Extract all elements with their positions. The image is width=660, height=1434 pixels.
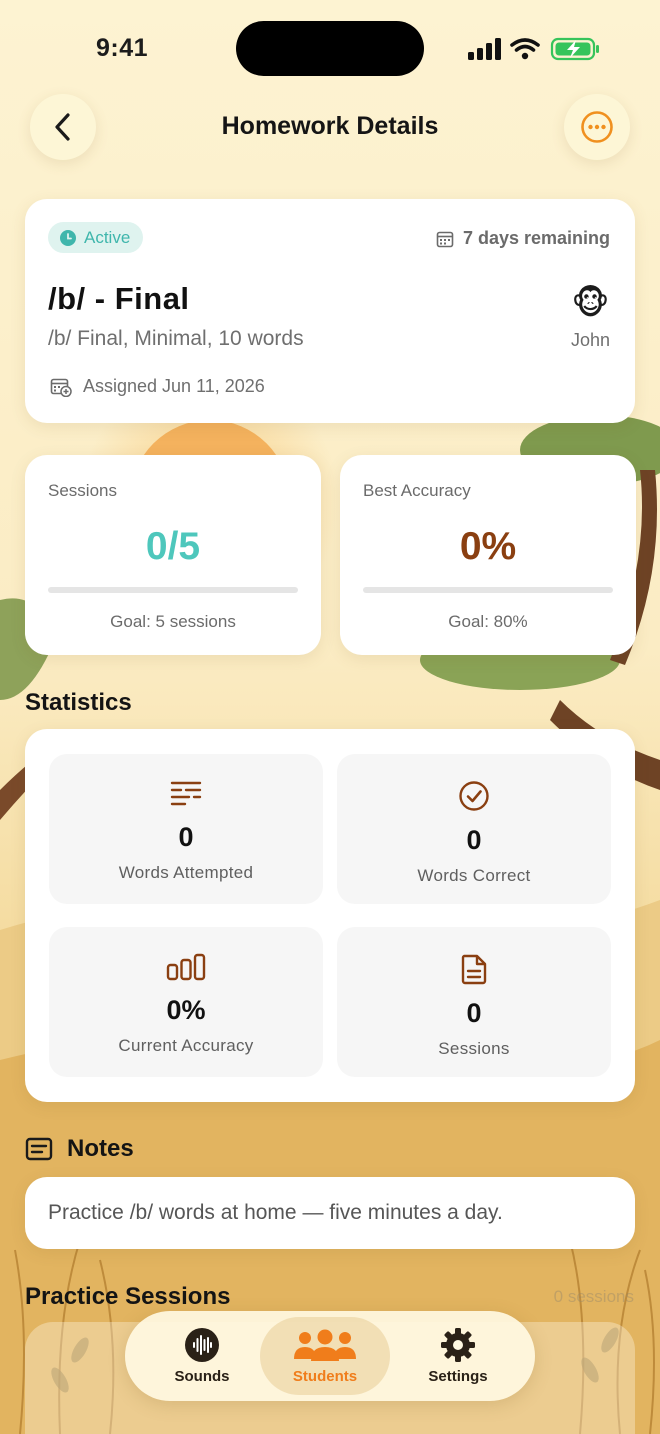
accuracy-goal: Goal: 80% <box>448 612 528 631</box>
status-badge: Active <box>48 222 144 253</box>
current-accuracy-value: 0% <box>166 995 206 1025</box>
practice-sessions-heading: Practice Sessions <box>25 1283 231 1310</box>
document-icon <box>461 954 487 985</box>
sessions-count-label: Sessions <box>438 1039 510 1058</box>
words-attempted-value: 0 <box>178 822 194 852</box>
tab-students-label: Students <box>292 1368 358 1385</box>
status-time: 9:41 <box>96 34 149 62</box>
bar-chart-icon <box>166 953 206 981</box>
best-accuracy-value: 0% <box>459 525 517 568</box>
sessions-count-value: 0 <box>466 998 482 1028</box>
words-correct-value: 0 <box>466 825 482 855</box>
assigned-date: Assigned Jun 11, 2026 <box>50 376 265 397</box>
signal-icon <box>468 38 501 60</box>
text-lines-icon <box>170 781 202 806</box>
waveform-icon <box>185 1328 219 1362</box>
words-attempted-label: Words Attempted <box>118 863 254 882</box>
sessions-value: 0/5 <box>145 525 201 568</box>
assigned-text: Assigned Jun 11, 2026 <box>83 376 265 396</box>
stat-tile-words-correct: 0 Words Correct <box>337 754 611 904</box>
sessions-label: Sessions <box>48 481 117 500</box>
practice-sessions-count: 0 sessions <box>553 1287 634 1306</box>
stat-tile-words-attempted: 0 Words Attempted <box>49 754 323 904</box>
sessions-card: Sessions 0/5 Goal: 5 sessions <box>25 455 321 655</box>
homework-title: /b/ - Final <box>48 281 190 316</box>
notes-header: Notes <box>25 1135 134 1163</box>
tab-sounds[interactable]: Sounds <box>137 1317 267 1395</box>
student-name: John <box>570 330 610 350</box>
sessions-progress-bar <box>48 587 298 593</box>
notes-icon <box>25 1137 53 1161</box>
best-accuracy-card: Best Accuracy 0% Goal: 80% <box>340 455 636 655</box>
more-options-button[interactable] <box>564 94 630 160</box>
tab-sounds-label: Sounds <box>174 1368 230 1385</box>
student-info[interactable]: 🐵 John <box>571 285 610 351</box>
days-remaining: 7 days remaining <box>436 228 610 249</box>
people-icon <box>294 1329 356 1361</box>
homework-summary-card: Active 7 days remaining /b/ - Final /b/ … <box>25 199 635 423</box>
status-icons <box>468 37 599 61</box>
words-correct-label: Words Correct <box>417 866 531 885</box>
sessions-goal: Goal: 5 sessions <box>110 612 236 631</box>
check-circle-icon <box>459 781 489 811</box>
notes-text: Practice /b/ words at home — five minute… <box>48 1201 503 1224</box>
ellipsis-circle-icon <box>581 111 613 143</box>
current-accuracy-label: Current Accuracy <box>118 1036 254 1055</box>
best-accuracy-label: Best Accuracy <box>363 481 471 500</box>
gear-icon <box>441 1328 475 1362</box>
battery-icon <box>550 37 599 61</box>
calendar-add-icon <box>50 378 72 397</box>
tab-bar: Sounds Students Settings <box>125 1311 535 1401</box>
stat-tile-current-accuracy: 0% Current Accuracy <box>49 927 323 1077</box>
monkey-avatar-icon: 🐵 <box>571 284 610 321</box>
dynamic-island <box>236 21 424 76</box>
homework-subtitle: /b/ Final, Minimal, 10 words <box>48 327 304 350</box>
tab-settings[interactable]: Settings <box>393 1317 523 1395</box>
tab-students[interactable]: Students <box>260 1317 390 1395</box>
stat-tile-sessions: 0 Sessions <box>337 927 611 1077</box>
notes-heading: Notes <box>67 1135 134 1162</box>
clock-icon <box>60 229 76 246</box>
tab-settings-label: Settings <box>428 1368 488 1385</box>
calendar-icon <box>436 231 454 247</box>
status-label: Active <box>84 227 131 247</box>
accuracy-progress-bar <box>363 587 613 593</box>
page-title: Homework Details <box>221 112 439 140</box>
wifi-icon <box>510 38 540 52</box>
statistics-card: 0 Words Attempted 0 Words Correct 0% Cur… <box>25 729 635 1102</box>
notes-card: Practice /b/ words at home — five minute… <box>25 1177 635 1249</box>
statistics-heading: Statistics <box>25 689 132 716</box>
days-remaining-text: 7 days remaining <box>462 228 610 248</box>
